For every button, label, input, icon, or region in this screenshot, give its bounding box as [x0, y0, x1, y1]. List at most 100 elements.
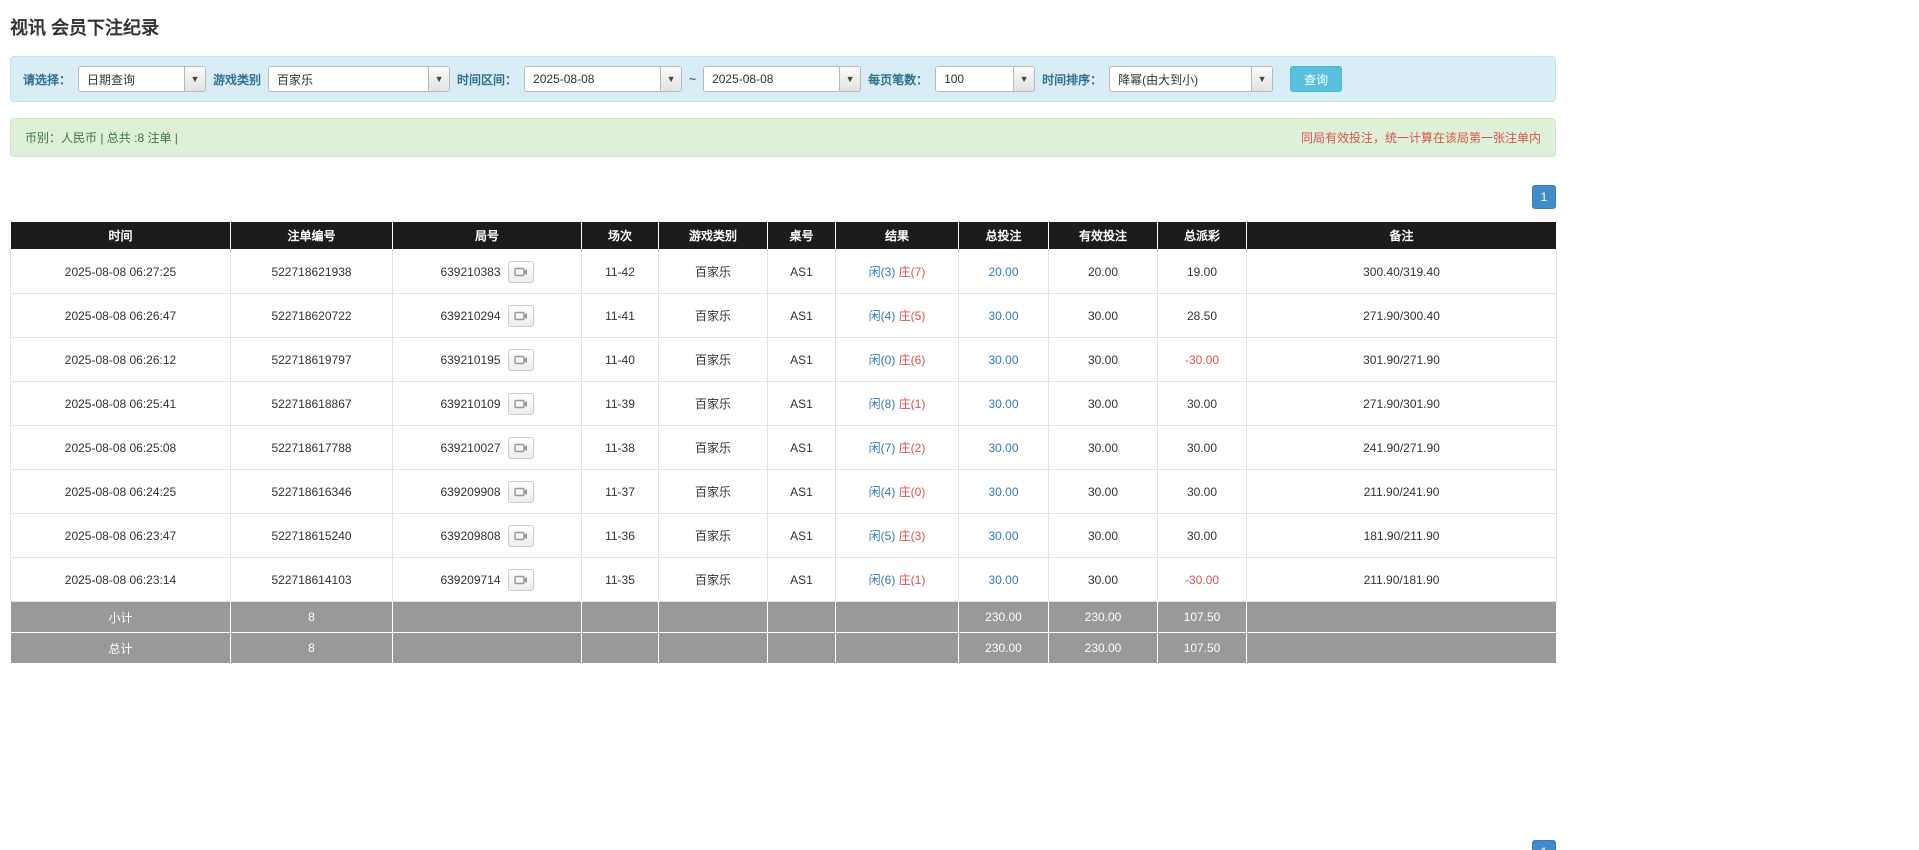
cell-session: 11-37: [581, 469, 659, 514]
result-banker: 庄(7): [898, 265, 926, 279]
pagination-bottom: 1: [10, 840, 1556, 850]
round-replay-icon[interactable]: [507, 568, 534, 591]
total-valid-bet: 230.00: [1048, 632, 1158, 664]
cell-game-type: 百家乐: [658, 381, 768, 426]
game-type-dropdown[interactable]: 百家乐 ▼: [268, 66, 451, 92]
result-player: 闲(7): [868, 441, 896, 455]
cell-valid-bet: 30.00: [1048, 293, 1158, 338]
date-from-dropdown[interactable]: 2025-08-08 ▼: [524, 66, 683, 92]
cell-total-bet[interactable]: 30.00: [958, 557, 1049, 602]
cell-result: 闲(5) 庄(3): [835, 513, 959, 558]
cell-round-id: 639209908: [392, 469, 582, 514]
cell-total-bet[interactable]: 20.00: [958, 249, 1049, 294]
cell-time: 2025-08-08 06:23:14: [10, 557, 231, 602]
cell-valid-bet: 30.00: [1048, 513, 1158, 558]
page-1-button[interactable]: 1: [1532, 840, 1556, 850]
chevron-down-icon[interactable]: ▼: [184, 67, 206, 91]
result-player: 闲(0): [868, 353, 896, 367]
select-type-dropdown[interactable]: 日期查询 ▼: [78, 66, 207, 92]
cell-game-type: 百家乐: [658, 557, 768, 602]
cell-session: 11-42: [581, 249, 659, 294]
round-replay-icon[interactable]: [507, 348, 534, 371]
cell-bet-id: 522718616346: [230, 469, 393, 514]
cell-round-id: 639210027: [392, 425, 582, 470]
cell-total-bet[interactable]: 30.00: [958, 513, 1049, 558]
round-replay-icon[interactable]: [507, 480, 534, 503]
cell-session: 11-38: [581, 425, 659, 470]
date-to-value: 2025-08-08: [712, 72, 774, 86]
round-id-text: 639210109: [440, 396, 501, 411]
search-button[interactable]: 查询: [1290, 66, 1343, 92]
header-time: 时间: [10, 221, 231, 250]
round-replay-icon[interactable]: [507, 524, 534, 547]
sort-dropdown[interactable]: 降幂(由大到小) ▼: [1109, 66, 1274, 92]
game-type-label: 游戏类别: [213, 72, 262, 87]
round-id-text: 639210027: [440, 440, 501, 455]
table-row: 2025-08-08 06:27:25 522718621938 6392103…: [10, 249, 1557, 294]
cell-bet-id: 522718615240: [230, 513, 393, 558]
round-id-text: 639210294: [440, 308, 501, 323]
round-replay-icon[interactable]: [507, 392, 534, 415]
cell-session: 11-39: [581, 381, 659, 426]
result-player: 闲(5): [868, 529, 896, 543]
result-banker: 庄(5): [898, 309, 926, 323]
result-banker: 庄(0): [898, 485, 926, 499]
cell-total-bet[interactable]: 30.00: [958, 469, 1049, 514]
page-1-button[interactable]: 1: [1532, 185, 1556, 209]
header-session: 场次: [581, 221, 659, 250]
cell-result: 闲(7) 庄(2): [835, 425, 959, 470]
chevron-down-icon[interactable]: ▼: [1013, 67, 1035, 91]
table-row: 2025-08-08 06:26:12 522718619797 6392101…: [10, 337, 1557, 382]
header-game-type: 游戏类别: [658, 221, 768, 250]
cell-total-bet[interactable]: 30.00: [958, 293, 1049, 338]
cell-note: 181.90/211.90: [1246, 513, 1557, 558]
total-total-bet: 230.00: [958, 632, 1049, 664]
result-player: 闲(4): [868, 485, 896, 499]
round-id-text: 639210195: [440, 352, 501, 367]
select-type-value: 日期查询: [87, 72, 136, 87]
table-header: 时间 注单编号 局号 场次 游戏类别 桌号 结果 总投注 有效投注 总派彩 备注: [10, 221, 1557, 250]
table-row: 2025-08-08 06:24:25 522718616346 6392099…: [10, 469, 1557, 514]
result-banker: 庄(6): [898, 353, 926, 367]
chevron-down-icon[interactable]: ▼: [660, 67, 682, 91]
date-to-dropdown[interactable]: 2025-08-08 ▼: [703, 66, 862, 92]
subtotal-row: 小计 8 230.00 230.00 107.50: [10, 601, 1557, 633]
page-size-dropdown[interactable]: 100 ▼: [935, 66, 1036, 92]
subtotal-valid-bet: 230.00: [1048, 601, 1158, 633]
pagination-top: 1: [10, 185, 1556, 209]
sort-label: 时间排序：: [1042, 72, 1103, 87]
notice-text: 同局有效投注，统一计算在该局第一张注单内: [1300, 131, 1541, 145]
cell-note: 211.90/241.90: [1246, 469, 1557, 514]
cell-table-no: AS1: [767, 381, 836, 426]
header-bet-id: 注单编号: [230, 221, 393, 250]
chevron-down-icon[interactable]: ▼: [428, 67, 450, 91]
bet-records-table: 时间 注单编号 局号 场次 游戏类别 桌号 结果 总投注 有效投注 总派彩 备注…: [10, 221, 1557, 664]
result-player: 闲(4): [868, 309, 896, 323]
cell-total-bet[interactable]: 30.00: [958, 381, 1049, 426]
cell-result: 闲(8) 庄(1): [835, 381, 959, 426]
round-replay-icon[interactable]: [507, 260, 534, 283]
header-valid-bet: 有效投注: [1048, 221, 1158, 250]
cell-total-bet[interactable]: 30.00: [958, 337, 1049, 382]
cell-note: 241.90/271.90: [1246, 425, 1557, 470]
date-range-label: 时间区间：: [457, 72, 518, 87]
cell-total-bet[interactable]: 30.00: [958, 425, 1049, 470]
cell-round-id: 639210383: [392, 249, 582, 294]
cell-note: 271.90/301.90: [1246, 381, 1557, 426]
round-replay-icon[interactable]: [507, 304, 534, 327]
cell-game-type: 百家乐: [658, 425, 768, 470]
chevron-down-icon[interactable]: ▼: [839, 67, 861, 91]
game-type-value: 百家乐: [277, 72, 314, 87]
cell-payout: -30.00: [1157, 337, 1247, 382]
header-round-id: 局号: [392, 221, 582, 250]
cell-time: 2025-08-08 06:23:47: [10, 513, 231, 558]
subtotal-total-bet: 230.00: [958, 601, 1049, 633]
cell-game-type: 百家乐: [658, 337, 768, 382]
round-replay-icon[interactable]: [507, 436, 534, 459]
chevron-down-icon[interactable]: ▼: [1251, 67, 1273, 91]
currency-summary-text: 币别：人民币 | 总共 :8 注单 |: [25, 131, 178, 145]
subtotal-label: 小计: [10, 601, 231, 633]
cell-session: 11-40: [581, 337, 659, 382]
cell-note: 300.40/319.40: [1246, 249, 1557, 294]
cell-payout: 19.00: [1157, 249, 1247, 294]
